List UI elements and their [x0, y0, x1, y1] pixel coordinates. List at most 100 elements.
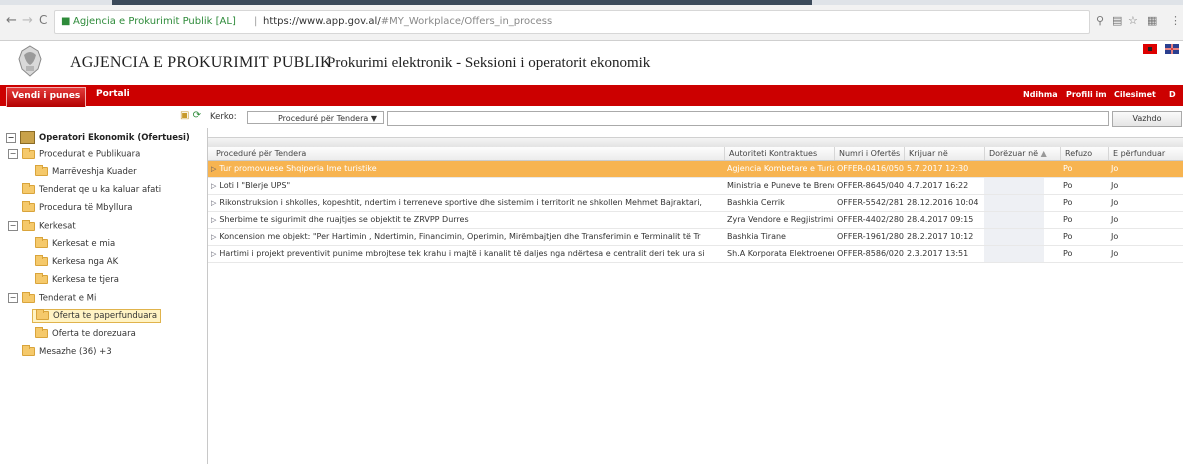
page-subtitle: Prokurimi elektronik - Seksioni i operat…: [327, 55, 651, 71]
column-header-refuse[interactable]: Refuzo: [1060, 147, 1108, 160]
star-icon[interactable]: ☆: [1128, 14, 1138, 27]
tree-item-kerkesa-te-tjera[interactable]: Kerkesa te tjera: [35, 273, 119, 285]
tree-item-label: Procedurat e Publikuara: [39, 149, 141, 160]
tree-item-kerkesat[interactable]: − Kerkesat: [8, 219, 76, 232]
tree-item-label: Mesazhe (36) +3: [39, 347, 112, 357]
url-text: https://www.app.gov.al/#MY_Workplace/Off…: [263, 11, 552, 33]
expand-row-icon[interactable]: ▷: [211, 161, 216, 177]
tree-item-label: Tenderat e Mi: [39, 293, 97, 304]
extension-icon[interactable]: ▦: [1147, 14, 1157, 27]
tree-item-mesazhe[interactable]: Mesazhe (36) +3: [22, 345, 112, 357]
column-header-authority[interactable]: Autoriteti Kontraktues: [724, 147, 834, 160]
tree-item-marreveshja-kuader[interactable]: Marrëveshja Kuader: [35, 165, 137, 177]
created-cell: 2.3.2017 13:51: [907, 249, 969, 258]
completed-cell: Jo: [1111, 232, 1119, 241]
tree-item-procedura-mbyllura[interactable]: Procedura të Mbyllura: [22, 201, 132, 213]
tree-item-kerkesa-nga-ak[interactable]: Kerkesa nga AK: [35, 255, 119, 267]
help-link[interactable]: Ndihma: [1023, 90, 1058, 99]
offer-number-cell: OFFER-1961/2802: [837, 232, 904, 241]
authority-cell: Ministria e Puneve te Brend: [727, 181, 834, 190]
logout-link[interactable]: D: [1169, 90, 1176, 99]
created-cell: 4.7.2017 16:22: [907, 181, 969, 190]
address-bar[interactable]: ■ Agjencia e Prokurimit Publik [AL] | ht…: [54, 10, 1090, 34]
tree-item-label: Kerkesa nga AK: [52, 257, 119, 267]
expand-row-icon[interactable]: ▷: [211, 246, 216, 262]
tab-portali[interactable]: Portali: [96, 89, 130, 99]
forward-icon[interactable]: →: [22, 13, 33, 28]
tree-item-procedurat-e-publikuara[interactable]: − Procedurat e Publikuara: [8, 147, 141, 160]
table-row[interactable]: ▷ Koncension me objekt: "Per Hartimin , N…: [208, 229, 1183, 246]
continue-button[interactable]: Vazhdo: [1112, 111, 1182, 127]
tree-tools: ▣ ⟳: [180, 110, 201, 121]
collapse-icon[interactable]: −: [8, 293, 18, 303]
expand-row-icon[interactable]: ▷: [211, 195, 216, 211]
offer-number-cell: OFFER-5542/2812: [837, 198, 904, 207]
column-header-offer-number[interactable]: Numri i Ofertës: [834, 147, 904, 160]
browser-active-tab[interactable]: [112, 0, 812, 5]
expand-row-icon[interactable]: ▷: [211, 229, 216, 245]
offer-number-cell: OFFER-8645/0407: [837, 181, 904, 190]
authority-cell: Zyra Vendore e Regjistrimi: [727, 215, 834, 224]
table-row[interactable]: ▷ Tur promovuese Shqiperia Ime turistike …: [208, 161, 1183, 178]
tree-item-label: Oferta te paperfunduara: [53, 311, 158, 321]
table-row[interactable]: ▷ Hartimi i projekt preventivit punime mb…: [208, 246, 1183, 263]
refuse-cell: Po: [1063, 232, 1073, 241]
tree-item-oferta-paperfunduara[interactable]: Oferta te paperfunduara: [32, 309, 162, 323]
refresh-icon[interactable]: ⟳: [193, 110, 201, 121]
offer-number-cell: OFFER-4402/2804: [837, 215, 904, 224]
collapse-icon[interactable]: −: [8, 149, 18, 159]
refuse-cell: Po: [1063, 249, 1073, 258]
table-row[interactable]: ▷ Rikonstruksion i shkolles, kopeshtit, n…: [208, 195, 1183, 212]
url-path: #MY_Workplace/Offers_in_process: [380, 16, 553, 27]
procedure-cell: ▷ Rikonstruksion i shkolles, kopeshtit, n…: [208, 195, 724, 211]
albanian-flag-icon[interactable]: [1143, 44, 1157, 54]
expand-row-icon[interactable]: ▷: [211, 178, 216, 194]
collapse-tree-icon[interactable]: ▣: [180, 110, 189, 121]
table-row[interactable]: ▷ Sherbime te sigurimit dhe ruajtjes se o…: [208, 212, 1183, 229]
refuse-cell: Po: [1063, 215, 1073, 224]
agency-name: AGJENCIA E PROKURIMIT PUBLIK: [70, 54, 332, 71]
column-header-created[interactable]: Krijuar në: [904, 147, 984, 160]
column-header-submitted-label: Dorëzuar në: [989, 149, 1039, 158]
tree-root[interactable]: − Operatori Ekonomik (Ofertuesi): [6, 131, 190, 144]
menu-icon[interactable]: ⋮: [1170, 14, 1181, 27]
table-row[interactable]: ▷ Loti I "Blerje UPS" Ministria e Puneve …: [208, 178, 1183, 195]
folder-icon: [22, 219, 35, 231]
tab-vendi-i-punes[interactable]: Vendi i punes: [6, 87, 86, 107]
collapse-icon[interactable]: −: [8, 221, 18, 231]
search-label: Kerko:: [210, 112, 237, 122]
settings-link[interactable]: Cilesimet: [1114, 90, 1156, 99]
expand-row-icon[interactable]: ▷: [211, 212, 216, 228]
procedure-cell: ▷ Koncension me objekt: "Per Hartimin , N…: [208, 229, 724, 245]
column-header-procedure[interactable]: Proceduré për Tendera: [208, 147, 724, 160]
column-header-submitted[interactable]: Dorëzuar në ▲: [984, 147, 1060, 160]
folder-icon: [22, 183, 35, 194]
procedure-name: Tur promovuese Shqiperia Ime turistike: [219, 164, 377, 173]
tree-item-tenderat-e-mi[interactable]: − Tenderat e Mi: [8, 291, 97, 304]
tree-item-tenderat-afati[interactable]: Tenderat qe u ka kaluar afati: [22, 183, 162, 195]
completed-cell: Jo: [1111, 215, 1119, 224]
tree-item-kerkesat-e-mia[interactable]: Kerkesat e mia: [35, 237, 116, 249]
tree-item-oferta-dorezuara[interactable]: Oferta te dorezuara: [35, 327, 136, 339]
reload-icon[interactable]: C: [39, 13, 47, 27]
translate-icon[interactable]: ▤: [1112, 14, 1122, 27]
tree-item-label: Tenderat qe u ka kaluar afati: [39, 185, 162, 195]
authority-cell: Bashkia Tirane: [727, 232, 786, 241]
submitted-cell: [984, 178, 1044, 194]
column-header-completed[interactable]: E përfunduar: [1108, 147, 1183, 160]
key-icon[interactable]: ⚲: [1096, 14, 1104, 27]
profile-link[interactable]: Profili im: [1066, 90, 1107, 99]
submitted-cell: [984, 229, 1044, 245]
collapse-icon[interactable]: −: [6, 132, 16, 143]
search-input[interactable]: [387, 111, 1109, 126]
folder-icon: [35, 273, 48, 284]
back-icon[interactable]: ←: [6, 13, 17, 28]
procedure-cell: ▷ Sherbime te sigurimit dhe ruajtjes se o…: [208, 212, 724, 228]
browser-toolbar: ← → C ■ Agjencia e Prokurimit Publik [AL…: [0, 0, 1183, 41]
procedure-name: Loti I "Blerje UPS": [219, 181, 291, 190]
english-flag-icon[interactable]: [1165, 44, 1179, 54]
tree-item-label: Kerkesat e mia: [52, 239, 116, 249]
emblem-icon: [18, 45, 42, 77]
procedure-type-select[interactable]: Proceduré për Tendera ▼: [247, 111, 384, 124]
created-cell: 28.2.2017 10:12: [907, 232, 974, 241]
